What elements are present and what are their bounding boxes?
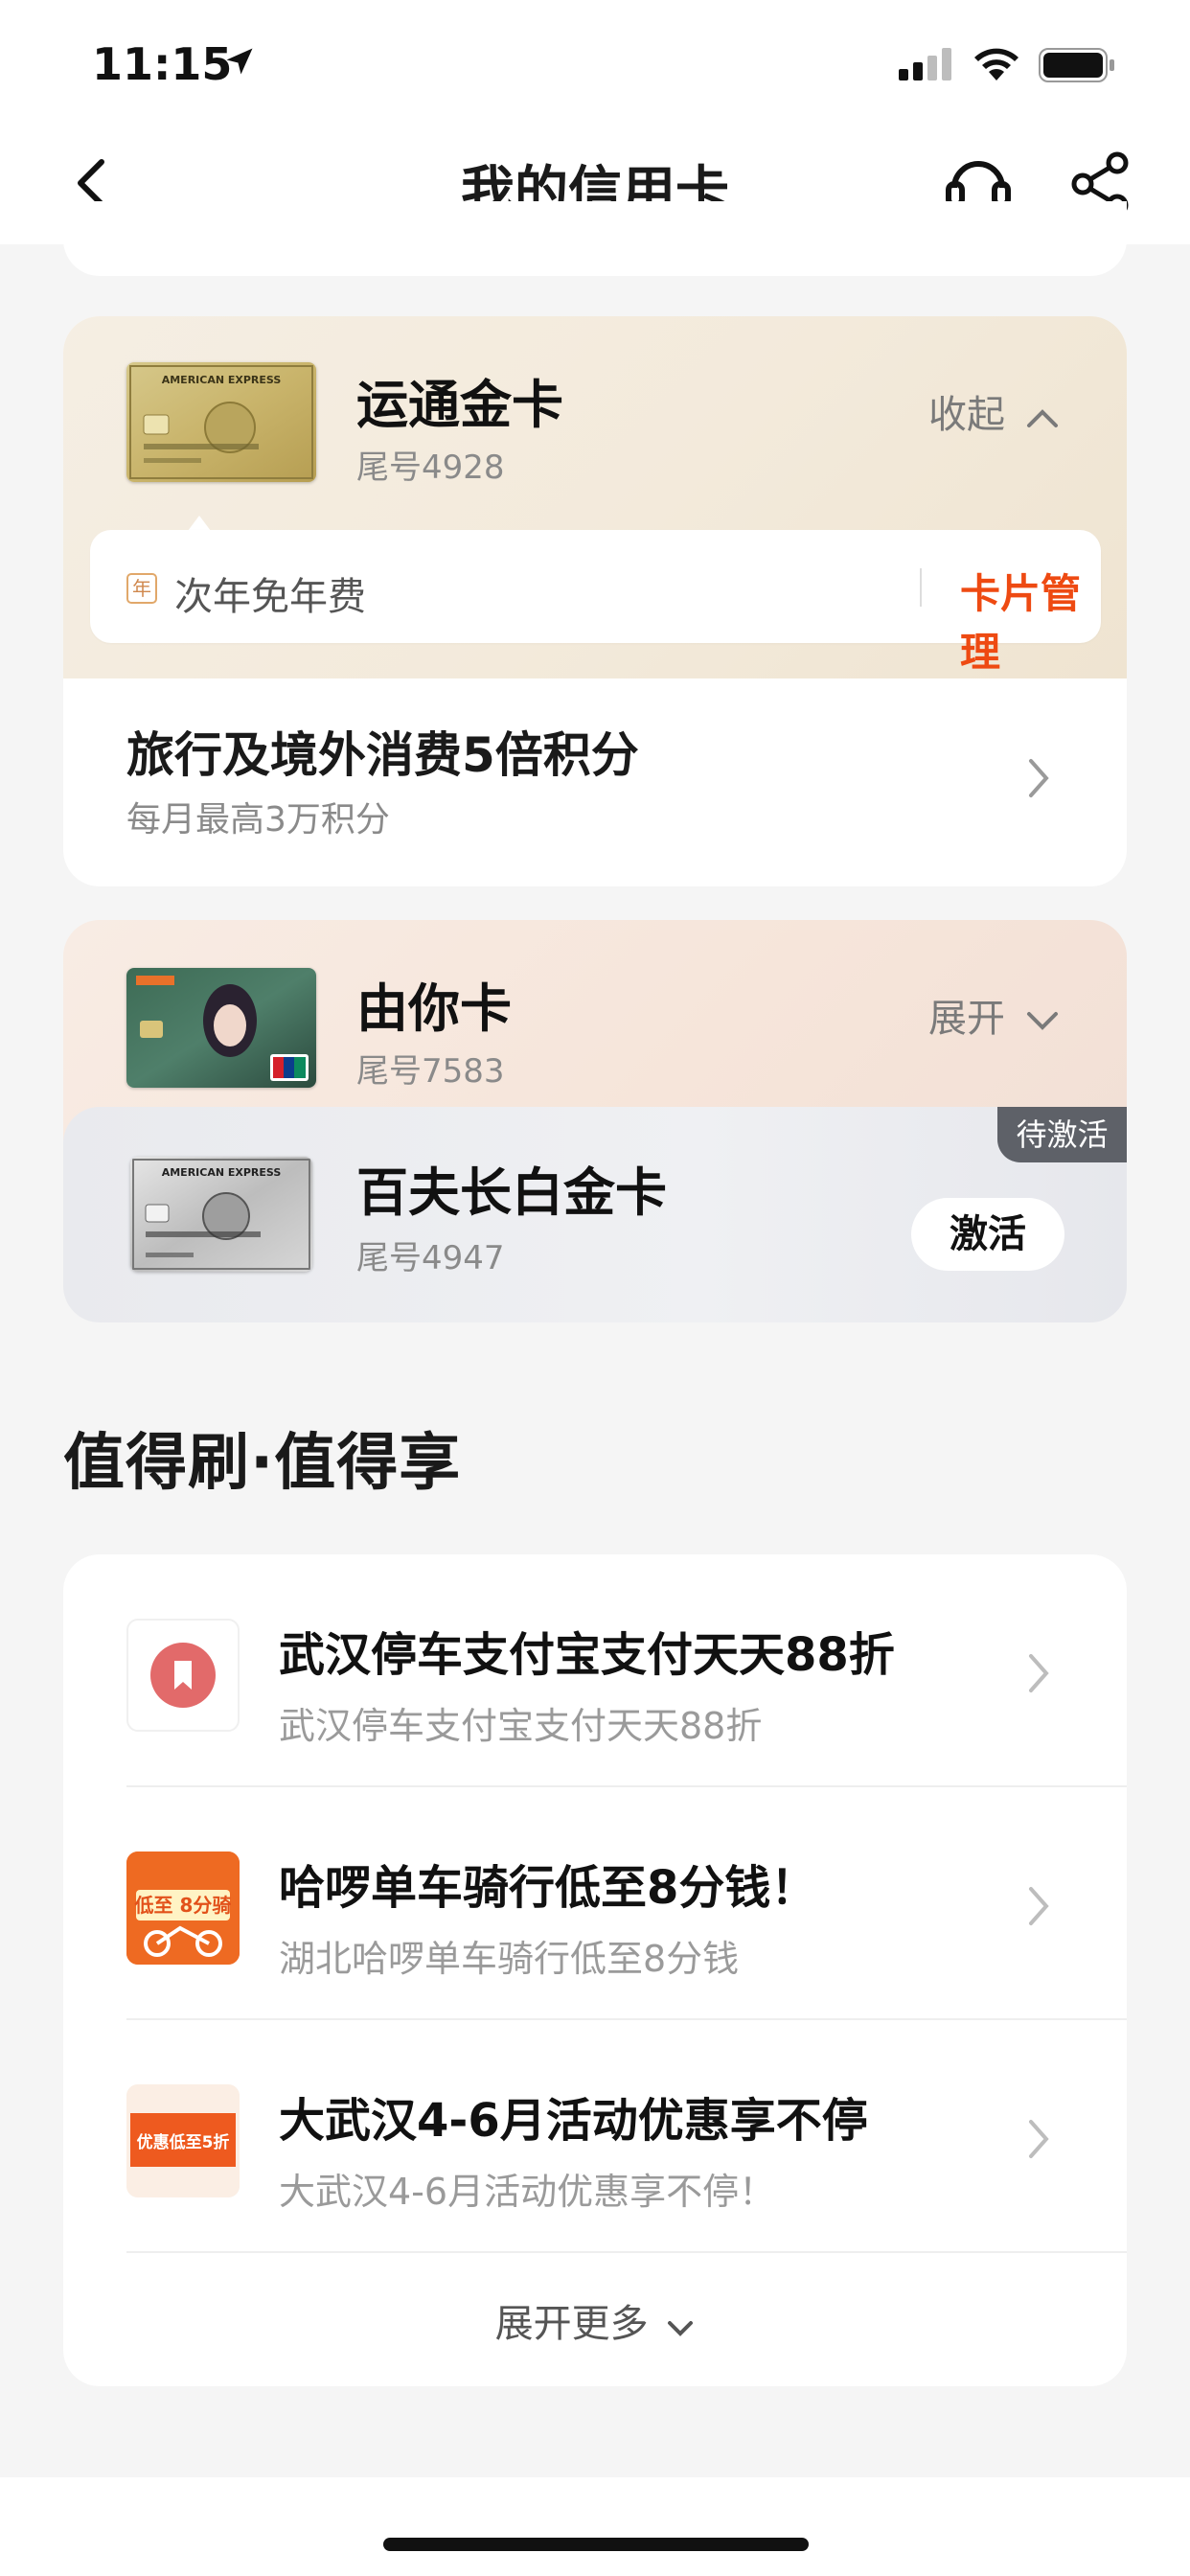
activate-button[interactable]: 激活 — [911, 1198, 1064, 1271]
divider — [920, 568, 922, 607]
hellobike-promo-thumb: 低至 8分骑 — [126, 1852, 240, 1965]
fee-bar-pointer — [188, 516, 211, 531]
benefit-title: 旅行及境外消费5倍积分 — [126, 727, 639, 783]
amex-gold-card-thumb: AMERICAN EXPRESS — [126, 362, 316, 482]
svg-text:低至 8分骑: 低至 8分骑 — [134, 1894, 232, 1917]
promo-subtitle: 湖北哈啰单车骑行低至8分钱 — [279, 1938, 740, 1980]
promo-row[interactable]: 低至 8分骑 哈啰单车骑行低至8分钱！ 湖北哈啰单车骑行低至8分钱 — [63, 1787, 1127, 2020]
card-tail-number: 尾号7583 — [356, 1052, 505, 1091]
location-arrow-icon — [222, 44, 257, 79]
benefit-row[interactable]: 旅行及境外消费5倍积分 每月最高3万积分 — [63, 678, 1127, 886]
platinum-card-thumb: AMERICAN EXPRESS — [130, 1157, 312, 1272]
svg-text:AMERICAN EXPRESS: AMERICAN EXPRESS — [162, 1166, 282, 1179]
promo-subtitle: 大武汉4-6月活动优惠享不停！ — [279, 2171, 776, 2213]
promotions-list: 武汉停车支付宝支付天天88折 武汉停车支付宝支付天天88折 低至 8分骑 哈啰单… — [63, 1554, 1127, 2386]
promo-row[interactable]: 优惠低至5折 大武汉4-6月活动优惠享不停 大武汉4-6月活动优惠享不停！ — [63, 2020, 1127, 2253]
collapse-label: 收起 — [928, 393, 1005, 437]
expand-label: 展开 — [928, 997, 1005, 1041]
card-name: 运通金卡 — [356, 375, 563, 435]
card-manage-link[interactable]: 卡片管理 — [960, 562, 1101, 678]
wifi-icon — [972, 44, 1021, 82]
bottom-safe-area — [0, 2477, 1190, 2576]
pending-activation-badge: 待激活 — [997, 1107, 1127, 1162]
promo-row[interactable]: 武汉停车支付宝支付天天88折 武汉停车支付宝支付天天88折 — [63, 1554, 1127, 1787]
amex-gold-card-block: AMERICAN EXPRESS 运通金卡 尾号4928 收起 年 次年免年费 … — [63, 316, 1127, 886]
previous-card-remnant — [63, 201, 1127, 276]
parking-promo-thumb — [126, 1619, 240, 1732]
svg-text:AMERICAN EXPRESS: AMERICAN EXPRESS — [162, 374, 282, 386]
youni-card-thumb — [126, 968, 316, 1088]
collapse-toggle[interactable]: 收起 — [928, 383, 1060, 439]
card-stack: 由你卡 尾号7583 展开 AMERICAN EXPRESS 百夫长白金卡 尾号… — [63, 920, 1127, 1322]
svg-text:优惠低至5折: 优惠低至5折 — [137, 2132, 230, 2152]
platinum-card-row[interactable]: AMERICAN EXPRESS 百夫长白金卡 尾号4947 待激活 激活 — [63, 1107, 1127, 1322]
promo-title: 大武汉4-6月活动优惠享不停 — [279, 2094, 868, 2148]
chevron-right-icon — [1027, 1652, 1050, 1698]
promo-title: 哈啰单车骑行低至8分钱！ — [279, 1861, 817, 1915]
annual-fee-bar: 年 次年免年费 卡片管理 — [90, 530, 1101, 676]
benefit-subtitle: 每月最高3万积分 — [126, 800, 390, 840]
chevron-down-icon — [1025, 999, 1060, 1043]
chevron-down-icon — [666, 2304, 695, 2348]
divider — [126, 2251, 1127, 2253]
status-time: 11:15 — [92, 38, 233, 90]
chevron-right-icon — [1027, 2118, 1050, 2164]
card-name: 由你卡 — [356, 978, 512, 1039]
section-title: 值得刷·值得享 — [63, 1428, 462, 1499]
annual-fee-text: 次年免年费 — [174, 575, 366, 619]
wuhan-promo-thumb: 优惠低至5折 — [126, 2084, 240, 2197]
chevron-up-icon — [1025, 395, 1060, 439]
promo-title: 武汉停车支付宝支付天天88折 — [279, 1628, 895, 1682]
card-tail-number: 尾号4928 — [356, 448, 505, 487]
chevron-right-icon — [1027, 757, 1050, 803]
expand-more-button[interactable]: 展开更多 — [63, 2292, 1127, 2348]
card-tail-number: 尾号4947 — [356, 1239, 505, 1277]
annual-fee-badge-icon: 年 — [126, 573, 157, 604]
battery-icon — [1039, 48, 1115, 82]
card-name: 百夫长白金卡 — [356, 1162, 667, 1223]
cellular-signal-icon — [899, 48, 954, 80]
expand-toggle[interactable]: 展开 — [928, 987, 1060, 1043]
expand-more-label: 展开更多 — [494, 2302, 649, 2346]
promo-subtitle: 武汉停车支付宝支付天天88折 — [279, 1705, 763, 1747]
home-indicator[interactable] — [383, 2538, 809, 2551]
chevron-right-icon — [1027, 1885, 1050, 1931]
